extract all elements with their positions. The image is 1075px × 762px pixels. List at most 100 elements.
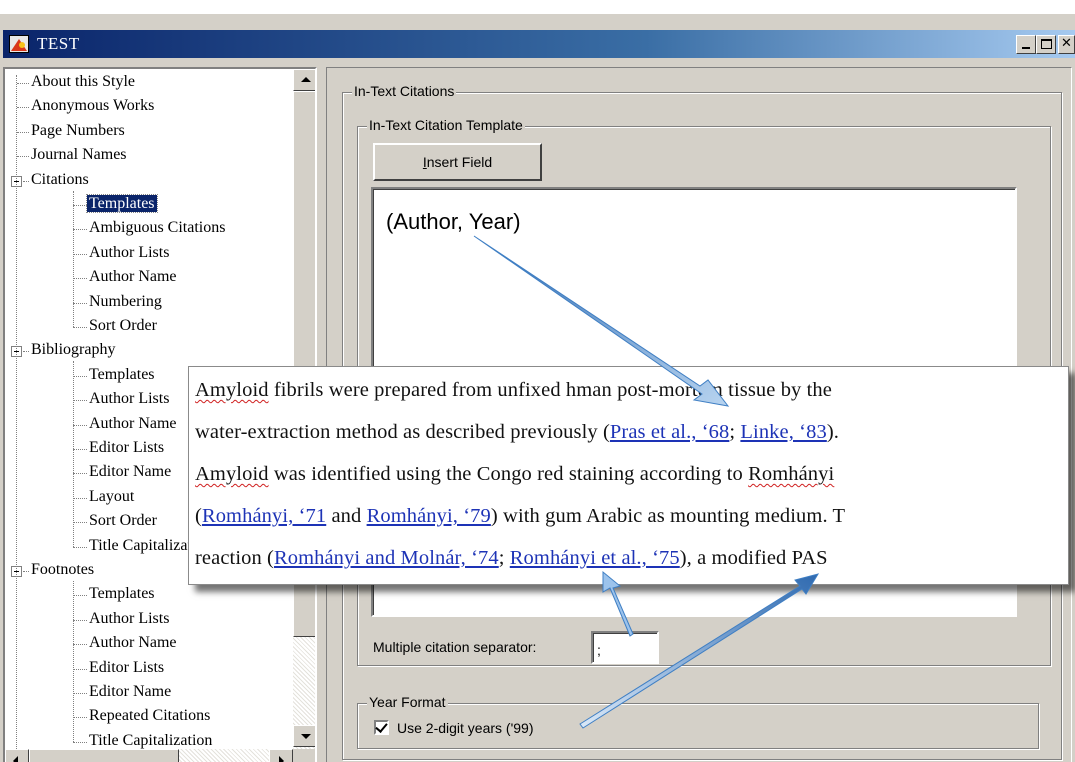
tree-item-label: Author Name: [89, 634, 177, 652]
minimize-button[interactable]: [1016, 35, 1036, 54]
tree-connector: [73, 619, 87, 621]
callout-text: fibrils were prepared from unfixed h: [268, 379, 577, 401]
insert-field-label: Insert Field: [423, 154, 492, 170]
title-bar[interactable]: TEST ✕: [3, 30, 1075, 58]
tree-item[interactable]: Templates: [86, 194, 158, 219]
tree-connector: [73, 581, 74, 742]
close-button[interactable]: ✕: [1058, 35, 1075, 54]
insert-field-button[interactable]: Insert Field: [373, 143, 542, 181]
tree-item-label: Author Name: [89, 414, 177, 432]
tree-connector: [73, 190, 74, 327]
separator-input[interactable]: ;: [591, 631, 659, 664]
callout-text: ).: [826, 421, 839, 443]
callout-text: ) with gum Arabic as mounting medium. T: [490, 505, 846, 527]
citation-link[interactable]: Romhányi et al., ‘75: [510, 547, 680, 569]
two-digit-year-label[interactable]: Use 2-digit years ('99): [397, 720, 534, 736]
template-text[interactable]: (Author, Year): [386, 209, 521, 235]
tree-horizontal-scrollbar[interactable]: [5, 749, 315, 762]
tree-item[interactable]: Layout: [87, 488, 136, 512]
tree-item-label: Ambiguous Citations: [89, 219, 226, 237]
tree-item[interactable]: Ambiguous Citations: [87, 219, 227, 243]
spellcheck-word: Amyloid: [195, 463, 269, 485]
scroll-right-button[interactable]: [269, 749, 293, 762]
tree-connector: [73, 741, 87, 743]
two-digit-year-checkbox[interactable]: [374, 720, 389, 735]
tree-item-label: Numbering: [89, 292, 162, 310]
tree-item[interactable]: Author Name: [87, 415, 179, 439]
scroll-up-button[interactable]: [293, 69, 315, 91]
tree-item-label: Footnotes: [31, 561, 95, 578]
tree-item-label: Templates: [89, 585, 155, 603]
citation-separator: ;: [498, 547, 510, 569]
minimize-icon: [1022, 47, 1030, 49]
tree-item-label: Title Capitalization: [89, 731, 213, 749]
tree-item[interactable]: Page Numbers: [29, 122, 127, 146]
tree-item[interactable]: Sort Order: [87, 317, 159, 341]
tree-item[interactable]: Editor Lists: [87, 439, 166, 463]
arrow-up-icon: [301, 77, 311, 82]
tree-item[interactable]: Author Name: [87, 268, 179, 292]
tree-connector: [17, 156, 29, 158]
tree-item[interactable]: Repeated Citations: [87, 707, 212, 731]
tree-connector: [16, 75, 17, 762]
callout-text: man post-mortem tissue by the: [576, 379, 832, 401]
callout-line-3: Amyloid was identified using the Congo r…: [195, 463, 834, 486]
citation-link[interactable]: Romhányi, ‘71: [202, 505, 326, 527]
tree-item[interactable]: Author Lists: [87, 610, 171, 634]
tree-item[interactable]: Sort Order: [87, 512, 159, 536]
citation-link[interactable]: Pras et al., ‘68: [610, 421, 729, 443]
app-icon[interactable]: [9, 35, 29, 53]
maximize-icon: [1041, 39, 1052, 49]
scroll-down-button[interactable]: [293, 725, 315, 747]
citation-separator: ;: [729, 421, 741, 443]
arrow-left-icon: [13, 756, 18, 762]
tree-item[interactable]: Anonymous Works: [29, 97, 156, 121]
scrollbar-corner: [293, 749, 315, 762]
tree-item[interactable]: About this Style: [29, 73, 137, 97]
scroll-left-button[interactable]: [5, 749, 29, 762]
tree-connector: [73, 644, 87, 646]
tree-item-label: Anonymous Works: [31, 97, 155, 115]
tree-item-label: Author Lists: [89, 390, 170, 408]
year-format-legend: Year Format: [367, 694, 448, 710]
citation-template-legend: In-Text Citation Template: [367, 117, 525, 133]
callout-text: was identified using the Congo red stain…: [268, 463, 749, 485]
horizontal-scroll-thumb[interactable]: [29, 749, 179, 762]
tree-item[interactable]: Templates: [87, 585, 157, 609]
tree-item-label: Author Lists: [89, 609, 170, 627]
tree-item[interactable]: Numbering: [87, 293, 164, 317]
tree-connector: [73, 253, 87, 255]
citation-link[interactable]: Romhányi, ‘79: [367, 505, 491, 527]
tree-item[interactable]: Editor Lists: [87, 659, 166, 683]
tree-connector: [73, 361, 74, 547]
tree-item[interactable]: Author Name: [87, 634, 179, 658]
close-icon: ✕: [1061, 36, 1072, 51]
tree-connector: [73, 668, 87, 670]
tree-item[interactable]: Journal Names: [29, 146, 129, 170]
tree-connector: [23, 571, 29, 572]
citation-link[interactable]: Romhányi and Molnár, ‘74: [274, 547, 499, 569]
maximize-button[interactable]: [1036, 35, 1056, 54]
tree-item[interactable]: Author Lists: [87, 390, 171, 414]
citation-link[interactable]: Linke, ‘83: [740, 421, 826, 443]
callout-line-2: water-extraction method as described pre…: [195, 421, 839, 444]
tree-item[interactable]: Editor Name: [87, 683, 173, 707]
tree-item[interactable]: Citations: [29, 171, 91, 195]
tree-item[interactable]: Templates: [87, 366, 157, 390]
tree-item-label: Journal Names: [31, 146, 127, 164]
callout-text: ), a modified PAS: [679, 547, 828, 569]
callout-line-1: Amyloid fibrils were prepared from unfix…: [195, 379, 832, 402]
tree-item-label: Layout: [89, 487, 135, 505]
tree-item-label: Sort Order: [89, 512, 157, 530]
tree-item-label: Templates: [89, 365, 155, 383]
tree-connector: [23, 180, 29, 182]
tree-item-label: About this Style: [31, 73, 136, 90]
tree-item[interactable]: Author Lists: [87, 244, 171, 268]
callout-line-5: reaction (Romhányi and Molnár, ‘74; Romh…: [195, 547, 828, 570]
tree-connector: [73, 424, 87, 426]
window-title: TEST: [37, 34, 80, 53]
tree-item[interactable]: Editor Name: [87, 463, 173, 487]
tree-item[interactable]: Footnotes: [29, 561, 96, 585]
tree-item-label: Citations: [31, 170, 89, 188]
callout-text: (: [195, 505, 202, 527]
